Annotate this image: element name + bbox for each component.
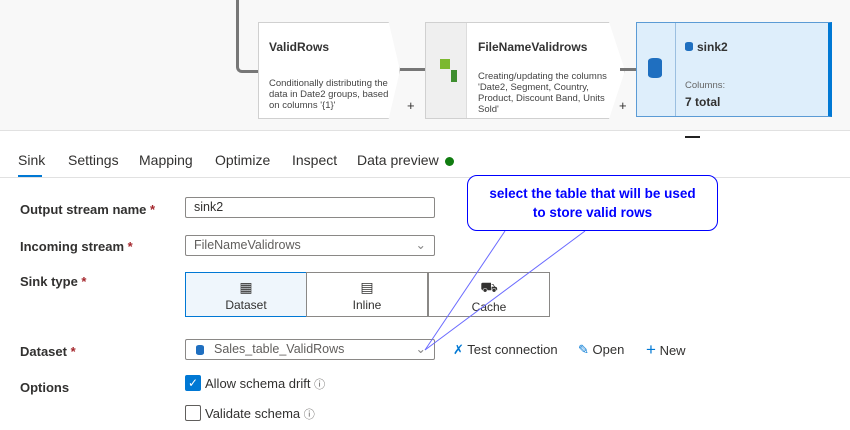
annotation-callout: select the table that will be used to st… xyxy=(467,175,718,231)
callout-line-2: to store valid rows xyxy=(532,205,653,220)
callout-line-1: select the table that will be used xyxy=(489,186,696,201)
callout-pointer xyxy=(424,230,586,351)
